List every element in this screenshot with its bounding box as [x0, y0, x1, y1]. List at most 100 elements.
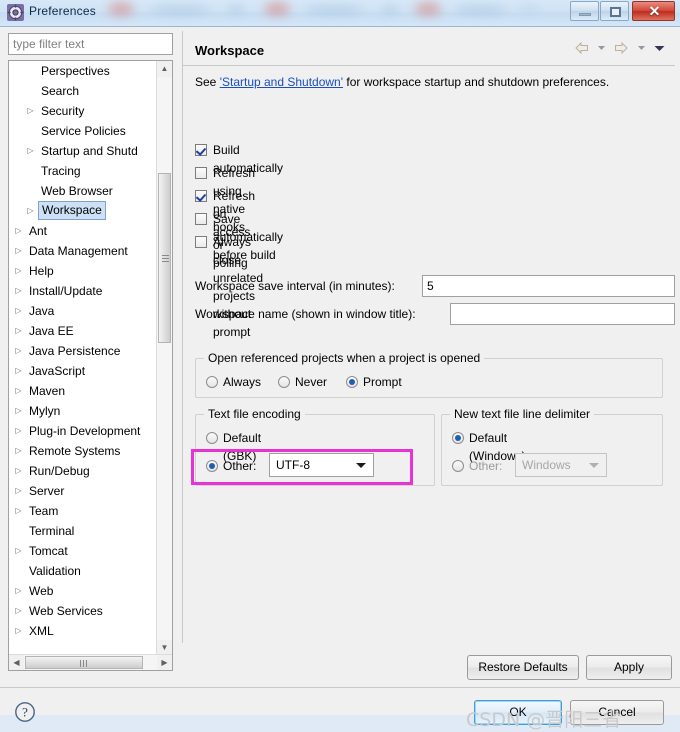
tree-item-web[interactable]: ▷ Web	[9, 581, 158, 601]
expand-triangle-icon[interactable]: ▷	[13, 281, 24, 301]
radio-always-indicator	[206, 376, 218, 388]
tree-item-search[interactable]: Search	[9, 81, 158, 101]
expand-triangle-icon[interactable]: ▷	[25, 141, 36, 161]
maximize-button[interactable]	[600, 1, 629, 21]
expand-triangle-icon[interactable]: ▷	[25, 101, 36, 121]
tree-item-label: Install/Update	[29, 284, 103, 298]
tree-horizontal-scrollbar[interactable]: ◀ ▶	[9, 654, 172, 670]
tree-item-web-services[interactable]: ▷ Web Services	[9, 601, 158, 621]
apply-button[interactable]: Apply	[586, 655, 672, 680]
expand-triangle-icon[interactable]: ▷	[13, 321, 24, 341]
tree-item-help[interactable]: ▷ Help	[9, 261, 158, 281]
forward-history-chevron-down-icon[interactable]	[637, 41, 646, 58]
tree-item-workspace[interactable]: ▷ Workspace	[9, 201, 158, 221]
expand-triangle-icon[interactable]: ▷	[13, 341, 24, 361]
tree-item-xml[interactable]: ▷ XML	[9, 621, 158, 641]
expand-triangle-icon[interactable]: ▷	[13, 421, 24, 441]
tree-item-terminal[interactable]: Terminal	[9, 521, 158, 541]
tree-item-label: Maven	[29, 384, 66, 398]
expand-triangle-icon[interactable]: ▷	[13, 441, 24, 461]
expand-triangle-icon[interactable]: ▷	[25, 201, 36, 221]
expand-triangle-icon[interactable]: ▷	[13, 541, 24, 561]
preferences-tree[interactable]: Perspectives Search ▷ Security Service Polic…	[8, 60, 173, 671]
tree-item-service-policies[interactable]: Service Policies	[9, 121, 158, 141]
preferences-dialog: Preferences ✕ type filter text Perspecti…	[0, 0, 680, 731]
expand-triangle-icon[interactable]: ▷	[13, 361, 24, 381]
ok-button[interactable]: OK	[474, 700, 562, 725]
scroll-up-icon[interactable]: ▲	[157, 61, 172, 77]
tree-item-label: Web Services	[29, 604, 103, 618]
tree-item-startup-and-shutd[interactable]: ▷ Startup and Shutd	[9, 141, 158, 161]
workspace-save-interval-input[interactable]: 5	[422, 275, 675, 297]
tree-item-web-browser[interactable]: Web Browser	[9, 181, 158, 201]
group-title: New text file line delimiter	[450, 407, 595, 421]
tree-item-validation[interactable]: Validation	[9, 561, 158, 581]
tree-item-data-management[interactable]: ▷ Data Management	[9, 241, 158, 261]
horizontal-scroll-thumb[interactable]	[25, 656, 143, 669]
expand-triangle-icon[interactable]: ▷	[13, 381, 24, 401]
filter-input[interactable]: type filter text	[8, 33, 173, 55]
tree-item-label: Tomcat	[29, 544, 68, 558]
tree-item-label: Data Management	[29, 244, 128, 258]
background-blur	[415, 2, 441, 16]
title-bar: Preferences ✕	[0, 0, 680, 26]
expand-triangle-icon[interactable]: ▷	[13, 241, 24, 261]
radio-never-indicator	[278, 376, 290, 388]
scroll-right-icon[interactable]: ▶	[157, 655, 172, 670]
expand-triangle-icon[interactable]: ▷	[13, 221, 24, 241]
tree-item-server[interactable]: ▷ Server	[9, 481, 158, 501]
expand-triangle-icon[interactable]: ▷	[13, 401, 24, 421]
expand-triangle-icon[interactable]: ▷	[13, 501, 24, 521]
expand-triangle-icon[interactable]: ▷	[13, 601, 24, 621]
tree-item-java-persistence[interactable]: ▷ Java Persistence	[9, 341, 158, 361]
tree-item-mylyn[interactable]: ▷ Mylyn	[9, 401, 158, 421]
tree-item-label: Startup and Shutd	[41, 144, 138, 158]
expand-triangle-icon[interactable]: ▷	[13, 581, 24, 601]
expand-triangle-icon[interactable]: ▷	[13, 481, 24, 501]
tree-item-team[interactable]: ▷ Team	[9, 501, 158, 521]
tree-item-tracing[interactable]: Tracing	[9, 161, 158, 181]
tree-item-run-debug[interactable]: ▷ Run/Debug	[9, 461, 158, 481]
expand-triangle-icon[interactable]: ▷	[13, 261, 24, 281]
help-icon[interactable]: ?	[14, 701, 36, 723]
tree-item-install-update[interactable]: ▷ Install/Update	[9, 281, 158, 301]
vertical-scroll-thumb[interactable]	[158, 173, 171, 343]
expand-triangle-icon[interactable]: ▷	[13, 461, 24, 481]
tree-item-perspectives[interactable]: Perspectives	[9, 61, 158, 81]
tree-item-label: Help	[29, 264, 54, 278]
close-button[interactable]: ✕	[632, 1, 675, 21]
restore-defaults-button[interactable]: Restore Defaults	[467, 655, 579, 680]
view-menu-icon[interactable]	[653, 41, 666, 58]
delimiter-combo: Windows	[515, 453, 607, 477]
intro-suffix: for workspace startup and shutdown prefe…	[343, 75, 610, 89]
background-blur	[382, 5, 398, 15]
expand-triangle-icon[interactable]: ▷	[13, 621, 24, 641]
encoding-combo[interactable]: UTF-8	[269, 453, 374, 477]
tree-item-remote-systems[interactable]: ▷ Remote Systems	[9, 441, 158, 461]
scroll-left-icon[interactable]: ◀	[9, 655, 24, 670]
tree-item-plug-in-development[interactable]: ▷ Plug-in Development	[9, 421, 158, 441]
tree-item-java[interactable]: ▷ Java	[9, 301, 158, 321]
checkbox-unchecked-icon	[195, 167, 207, 179]
tree-item-javascript[interactable]: ▷ JavaScript	[9, 361, 158, 381]
forward-arrow-icon[interactable]	[613, 41, 629, 58]
back-arrow-icon[interactable]	[574, 41, 590, 58]
background-blur	[228, 5, 244, 15]
tree-vertical-scrollbar[interactable]: ▲ ▼	[156, 61, 172, 656]
back-history-chevron-down-icon[interactable]	[597, 41, 606, 58]
tree-item-ant[interactable]: ▷ Ant	[9, 221, 158, 241]
tree-item-security[interactable]: ▷ Security	[9, 101, 158, 121]
encoding-other-indicator	[206, 460, 218, 472]
expand-triangle-icon[interactable]: ▷	[13, 301, 24, 321]
cancel-button[interactable]: Cancel	[570, 700, 664, 725]
workspace-name-input[interactable]	[450, 303, 675, 325]
minimize-button[interactable]	[570, 1, 599, 21]
radio-prompt-label: Prompt	[363, 375, 402, 389]
startup-and-shutdown-link[interactable]: 'Startup and Shutdown'	[220, 75, 343, 89]
tree-item-maven[interactable]: ▷ Maven	[9, 381, 158, 401]
tree-item-tomcat[interactable]: ▷ Tomcat	[9, 541, 158, 561]
field-label: Workspace save interval (in minutes):	[195, 279, 395, 293]
tree-item-java-ee[interactable]: ▷ Java EE	[9, 321, 158, 341]
background-blur	[520, 3, 540, 15]
